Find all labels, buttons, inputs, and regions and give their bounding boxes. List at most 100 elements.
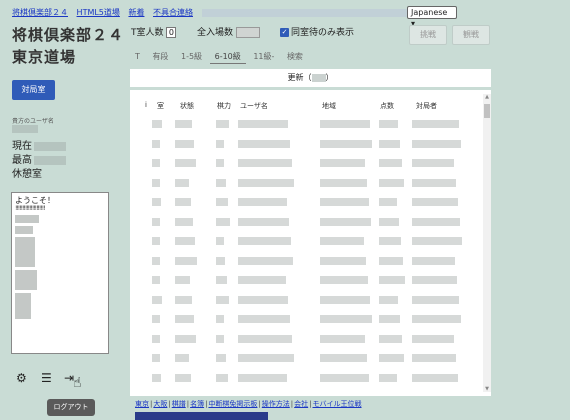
- table-cell: [216, 354, 226, 362]
- tab-dan[interactable]: 有段: [147, 51, 173, 63]
- waiting-only-toggle[interactable]: ✓ 同室待のみ表示: [280, 27, 354, 39]
- bottom-links: 東京|大阪|棋譜|名簿|中断棋免掲示板|操作方法|会社|モバイル王位戦: [135, 400, 362, 408]
- table-cell: [320, 373, 369, 382]
- scroll-up-icon[interactable]: ▲: [483, 94, 491, 100]
- pointer-cursor-icon: ☝: [73, 375, 82, 391]
- table-cell: [412, 237, 462, 245]
- t-rooms-count: T室人数 0: [131, 27, 177, 39]
- col-header: 棋力: [217, 102, 231, 110]
- link-news[interactable]: 新着: [128, 8, 144, 17]
- watch-button[interactable]: 観戦: [452, 25, 490, 45]
- table-cell: [379, 237, 401, 245]
- table-cell: [238, 178, 294, 187]
- table-cell: [238, 354, 294, 362]
- link-tokyo[interactable]: 東京: [135, 400, 149, 408]
- table-cell: [379, 198, 397, 206]
- link-howto[interactable]: 操作方法: [262, 400, 290, 408]
- table-cell: [412, 198, 458, 206]
- table-cell: [320, 354, 367, 362]
- table-cell: [379, 373, 397, 382]
- table-cell: [379, 139, 400, 148]
- tab-kyu-6-10[interactable]: 6-10級: [209, 51, 246, 64]
- table-cell: [379, 178, 404, 187]
- table-cell: [412, 276, 457, 284]
- table-cell: [412, 354, 456, 362]
- site-title: 将棋倶楽部２４: [12, 26, 125, 44]
- table-cell: [152, 139, 160, 148]
- scroll-thumb[interactable]: [484, 104, 490, 118]
- gear-icon[interactable]: ⚙: [16, 371, 27, 385]
- table-cell: [320, 139, 372, 148]
- table-cell: [216, 120, 229, 128]
- update-button[interactable]: 更新（ ）: [130, 69, 491, 87]
- table-cell: [379, 276, 405, 284]
- col-header: 対局者: [416, 102, 437, 110]
- table-cell: [379, 315, 400, 323]
- waiting-only-label: 同室待のみ表示: [291, 28, 355, 38]
- link-roster[interactable]: 名簿: [190, 400, 204, 408]
- link-kifu[interactable]: 棋譜: [172, 400, 186, 408]
- link-bug-report[interactable]: 不具合連絡: [153, 8, 193, 17]
- table-scrollbar[interactable]: ▲ ▼: [483, 94, 491, 392]
- rating-current-value: [34, 141, 66, 151]
- checkbox-checked-icon[interactable]: ✓: [280, 28, 289, 37]
- tab-kyu-11[interactable]: 11級-: [248, 51, 279, 63]
- rating-highest: 最高: [12, 154, 66, 168]
- language-select[interactable]: Japanese ▾: [407, 6, 457, 28]
- table-cell: [320, 217, 371, 226]
- link-shogi-club[interactable]: 将棋倶楽部２４: [12, 8, 68, 17]
- table-cell: [238, 139, 290, 148]
- table-cell: [320, 276, 368, 284]
- banner-image[interactable]: [135, 412, 268, 420]
- list-icon[interactable]: ☰: [41, 371, 52, 385]
- table-cell: [175, 334, 196, 343]
- table-cell: [175, 159, 196, 167]
- table-cell: [412, 315, 461, 323]
- link-board[interactable]: 中断棋免掲示板: [208, 400, 257, 408]
- table-cell: [320, 237, 364, 245]
- table-cell: [320, 178, 367, 187]
- link-company[interactable]: 会社: [294, 400, 308, 408]
- table-cell: [152, 178, 160, 187]
- table-cell: [152, 198, 161, 206]
- user-table: i 室 状態 棋力 ユーザ名 地域 点数 対局者 ▲ ▼: [130, 90, 491, 396]
- table-cell: [320, 198, 369, 206]
- table-cell: [412, 295, 459, 304]
- table-cell: [175, 178, 189, 187]
- table-cell: [175, 120, 192, 128]
- chat-line: [15, 293, 31, 319]
- table-cell: [412, 139, 461, 148]
- table-cell: [175, 198, 191, 206]
- tab-kyu-1-5[interactable]: 1-5級: [176, 51, 207, 63]
- table-cell: [379, 354, 404, 362]
- tab-t[interactable]: T: [130, 51, 145, 63]
- col-header: ユーザ名: [240, 102, 268, 110]
- table-cell: [379, 217, 399, 226]
- table-cell: [216, 217, 230, 226]
- table-cell: [216, 256, 225, 265]
- table-cell: [320, 256, 366, 265]
- chat-area[interactable]: ようこそ！ !!!!!!!!!!!!!!!!!!!!!: [11, 192, 109, 354]
- blurred-links: [201, 8, 430, 17]
- table-cell: [216, 178, 226, 187]
- tab-search[interactable]: 検索: [282, 51, 308, 63]
- table-cell: [412, 373, 458, 382]
- username-label: 貴方のユーザ名: [12, 118, 54, 125]
- table-cell: [238, 373, 287, 382]
- link-mobile-oi[interactable]: モバイル王位戦: [313, 400, 362, 408]
- table-cell: [238, 237, 291, 245]
- rating-highest-label: 最高: [12, 155, 32, 166]
- all-rooms-count: 全入場数: [197, 27, 260, 39]
- link-html5-dojo[interactable]: HTML5道場: [77, 8, 120, 17]
- scroll-down-icon[interactable]: ▼: [483, 386, 491, 392]
- table-cell: [320, 334, 365, 343]
- link-osaka[interactable]: 大阪: [153, 400, 167, 408]
- table-cell: [175, 354, 189, 362]
- match-room-button[interactable]: 対局室: [12, 80, 55, 100]
- table-cell: [175, 373, 191, 382]
- rank-tabs: T 有段 1-5級 6-10級 11級- 検索: [130, 51, 308, 65]
- table-cell: [379, 295, 398, 304]
- table-cell: [320, 315, 372, 323]
- challenge-button[interactable]: 挑戦: [409, 25, 447, 45]
- all-rooms-label: 全入場数: [197, 28, 234, 38]
